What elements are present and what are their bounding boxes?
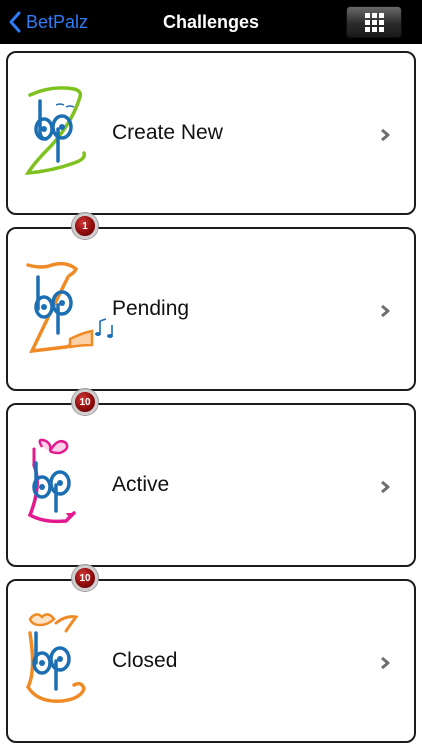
grid-icon <box>364 12 384 32</box>
back-button-label: BetPalz <box>26 11 89 32</box>
create-new-logo-icon <box>24 86 87 176</box>
grid-menu-button[interactable] <box>346 6 402 38</box>
menu-item-label: Pending <box>112 297 190 320</box>
active-logo-icon <box>27 438 76 524</box>
back-button[interactable]: BetPalz <box>8 0 88 44</box>
menu-item-active[interactable]: 10 Active <box>6 389 416 567</box>
menu-item-label: Active <box>112 473 170 496</box>
notification-badge: 10 <box>72 389 98 415</box>
chevron-right-icon <box>381 128 390 142</box>
navigation-bar: BetPalz Challenges <box>0 0 422 44</box>
closed-logo-icon <box>25 613 86 703</box>
notification-badge: 1 <box>72 213 98 239</box>
menu-item-closed[interactable]: 10 Closed <box>6 565 416 743</box>
menu-item-label: Closed <box>112 649 178 672</box>
menu-item-create-new[interactable]: Create New <box>6 51 416 215</box>
pending-logo-icon <box>26 261 94 354</box>
chevron-right-icon <box>381 304 390 318</box>
chevron-right-icon <box>381 656 390 670</box>
chevron-right-icon <box>381 480 390 494</box>
menu-item-label: Create New <box>112 121 223 144</box>
notification-badge: 10 <box>72 565 98 591</box>
chevron-left-icon <box>9 11 21 33</box>
menu-item-pending[interactable]: 1 Pending <box>6 213 416 391</box>
